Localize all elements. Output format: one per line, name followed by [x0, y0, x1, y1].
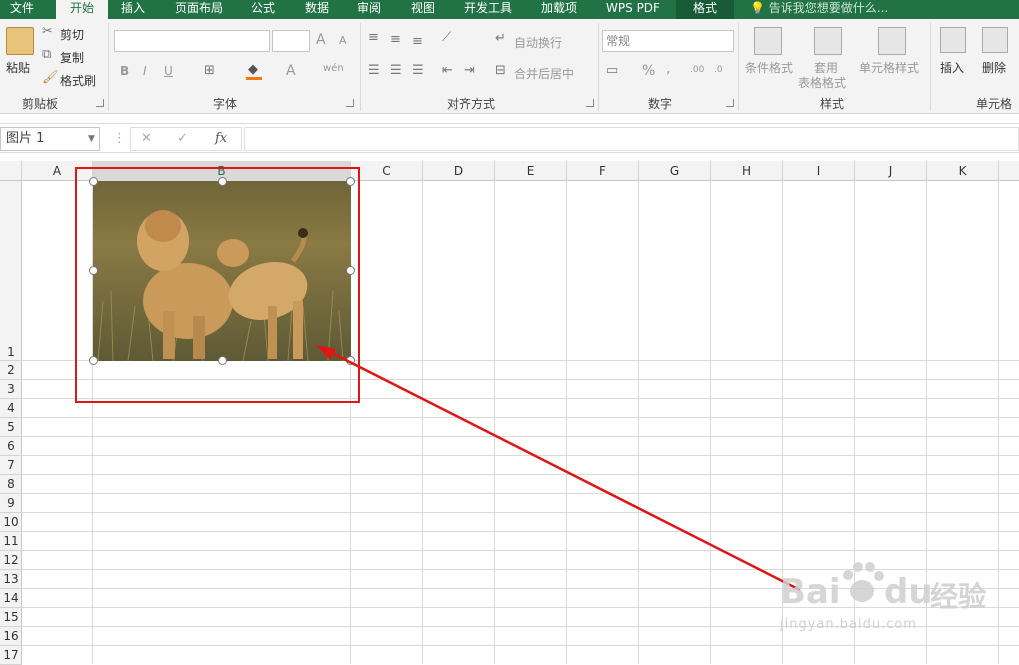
- arrow-line: [329, 350, 801, 592]
- svg-text:du: du: [884, 572, 933, 612]
- watermark-cn: 经验: [930, 580, 987, 613]
- baidu-watermark: Bai du 经验 jingyan.baidu.com: [780, 555, 1000, 645]
- svg-text:Bai: Bai: [780, 572, 841, 612]
- watermark-url: jingyan.baidu.com: [780, 617, 917, 632]
- paw-icon: [843, 562, 884, 602]
- arrow-head: [316, 345, 336, 360]
